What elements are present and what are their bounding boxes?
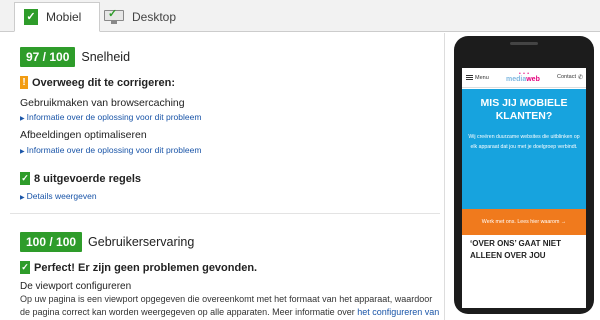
site-menu-label: Menu [475,74,489,81]
phone-icon: ✆ [577,75,583,81]
phone-speaker [510,42,538,45]
tab-bar: ✓ Mobiel ✓ Desktop [0,0,600,32]
speed-score-label: Snelheid [81,50,131,64]
exclamation-icon: ! [20,76,28,89]
logo-prefix: media [506,76,527,83]
tab-mobiel-label: Mobiel [46,10,82,24]
consider-heading-text: Overweeg dit te corrigeren: [32,76,176,89]
tab-desktop[interactable]: ✓ Desktop [100,2,210,32]
hero-text: Wij creëren duurzame websites die uitbli… [468,134,580,150]
speed-score-badge: 97 / 100 [20,47,76,67]
tab-mobiel[interactable]: ✓ Mobiel [14,2,100,32]
logo-suffix: web [526,76,540,83]
check-icon: ✓ [20,261,30,274]
check-icon: ✓ [20,172,30,185]
perfect-heading-text: Perfect! Er zijn geen problemen gevonden… [34,261,258,274]
details-link-text[interactable]: Details weergeven [27,191,97,201]
site-nav: Menu • • • mediaweb Contact ✆ [462,68,586,88]
ux-score-label: Gebruikerservaring [88,235,195,249]
site-section-title: ‘Over ons’ gaat niet alleen over jou [470,239,561,260]
issue-info-link-text[interactable]: Informatie over de oplossing voor dit pr… [27,145,202,155]
section-divider [10,213,440,214]
issue-info-link[interactable]: ▶ Informatie over de oplossing voor dit p… [20,112,201,122]
site-contact-label: Contact [557,74,576,80]
hero-title: Mis jij mobiele klanten? [480,97,568,122]
issue-title: Afbeeldingen optimaliseren [20,129,147,141]
triangle-right-icon: ▶ [20,116,25,122]
check-icon: ✓ [24,9,38,25]
results-panel: 97 / 100 Snelheid ! Overweeg dit te corr… [0,33,445,320]
monitor-check-icon: ✓ [104,8,124,24]
phone-screen: Menu • • • mediaweb Contact ✆ Mis jij mo… [462,68,586,308]
ux-score-row: 100 / 100 Gebruikerservaring [20,232,194,252]
site-logo: • • • mediaweb [506,71,544,85]
speed-score-row: 97 / 100 Snelheid [20,47,130,67]
hamburger-icon [466,74,473,81]
hero-cta: Werk met ons. Lees hier waarom → [462,209,586,235]
viewport-description: Op uw pagina is een viewport opgegeven d… [20,293,440,320]
issue-title: Gebruikmaken van browsercaching [20,97,185,109]
perfect-heading: ✓ Perfect! Er zijn geen problemen gevond… [20,261,257,274]
details-link[interactable]: ▶ Details weergeven [20,191,97,201]
site-hero: Mis jij mobiele klanten? Wij creëren duu… [462,89,586,217]
phone-preview: Menu • • • mediaweb Contact ✆ Mis jij mo… [454,36,594,314]
ux-score-badge: 100 / 100 [20,232,83,252]
tab-desktop-label: Desktop [132,10,177,24]
passed-heading: ✓ 8 uitgevoerde regels [20,172,141,185]
consider-heading: ! Overweeg dit te corrigeren: [20,76,175,89]
triangle-right-icon: ▶ [20,195,25,201]
issue-info-link-text[interactable]: Informatie over de oplossing voor dit pr… [27,112,202,122]
triangle-right-icon: ▶ [20,149,25,155]
issue-info-link[interactable]: ▶ Informatie over de oplossing voor dit p… [20,145,201,155]
viewport-title: De viewport configureren [20,281,132,292]
passed-heading-text: 8 uitgevoerde regels [34,172,141,185]
